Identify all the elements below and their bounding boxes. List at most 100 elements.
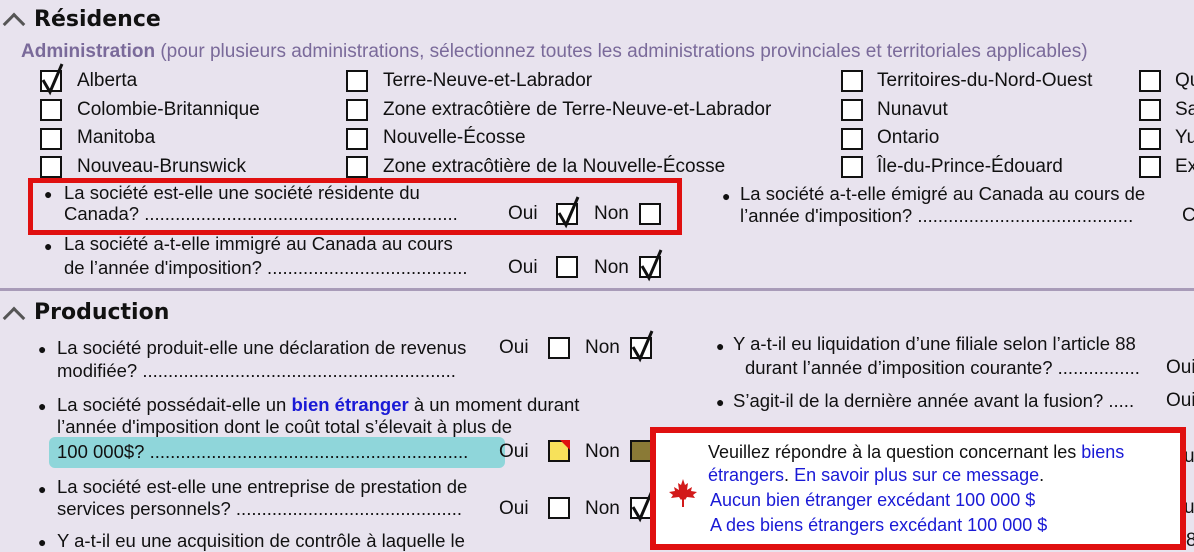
maple-leaf-icon xyxy=(669,479,697,507)
q-amended-line1: La société produit-elle une déclaration … xyxy=(57,337,467,358)
non-label: Non xyxy=(594,203,629,224)
lastyear-oui-cut: Oui xyxy=(1166,390,1194,411)
checkbox-nunavut[interactable] xyxy=(841,99,863,121)
checkbox-foreign-oui[interactable] xyxy=(548,440,570,462)
checkbox-nouveau-brunswick[interactable] xyxy=(40,156,62,178)
popup-message-text: Veuillez répondre à la question concerna… xyxy=(708,442,1077,462)
admin-hint: (pour plusieurs administrations, sélecti… xyxy=(160,41,1088,62)
q-emigrated-line2: l’année d'imposition? ..................… xyxy=(740,205,1134,226)
label-zone-tnl: Zone extracôtière de Terre-Neuve-et-Labr… xyxy=(383,99,772,120)
q-foreign-line3: 100 000$? ..............................… xyxy=(57,441,469,462)
checkbox-foreign-non[interactable] xyxy=(630,440,652,462)
emigrated-oui-cut: C xyxy=(1182,205,1194,226)
popup-message-line2: étrangers. En savoir plus sur ce message… xyxy=(708,465,1044,486)
checkbox-yukon[interactable] xyxy=(1139,128,1161,150)
popup-message-line1: Veuillez répondre à la question concerna… xyxy=(708,442,1124,463)
non-label: Non xyxy=(585,441,620,462)
label-nunavut: Nunavut xyxy=(877,99,948,120)
oui-label: Oui xyxy=(499,441,529,462)
option-has-foreign-property[interactable]: A des biens étrangers excédant 100 000 $ xyxy=(710,515,1047,536)
checkbox-manitoba[interactable] xyxy=(40,128,62,150)
bullet: ● xyxy=(38,398,47,414)
label-ipe: Île-du-Prince-Édouard xyxy=(877,156,1063,177)
error-flag-icon xyxy=(560,440,570,450)
q-psb-line2: services personnels? ...................… xyxy=(57,498,463,519)
checkbox-saskatchewan[interactable] xyxy=(1139,99,1161,121)
collapse-caret-icon[interactable] xyxy=(2,306,26,330)
checkbox-resident-non[interactable] xyxy=(639,203,661,225)
label-quebec-cut: Qu xyxy=(1175,70,1194,91)
checkbox-zone-tnl[interactable] xyxy=(346,99,368,121)
q-liquidation-line1: Y a-t-il eu liquidation d’une filiale se… xyxy=(733,333,1136,354)
collapse-caret-icon[interactable] xyxy=(2,12,26,36)
checkbox-amended-non[interactable] xyxy=(630,330,654,363)
liquidation-oui-cut: Oui xyxy=(1166,357,1194,378)
label-extracotiere-cut: Ex xyxy=(1175,156,1194,177)
checkbox-resident-oui[interactable] xyxy=(556,196,580,229)
checkmark-icon xyxy=(557,196,580,229)
admin-line: Administration (pour plusieurs administr… xyxy=(21,41,1088,63)
checkbox-amended-oui[interactable] xyxy=(548,337,570,359)
label-colombie-britannique: Colombie-Britannique xyxy=(77,99,260,120)
popup-punct: . xyxy=(784,465,795,485)
learn-more-link[interactable]: En savoir plus sur ce message xyxy=(794,465,1039,485)
checkmark-icon xyxy=(631,330,654,363)
foreign-property-popup-link[interactable]: biens xyxy=(1081,442,1124,462)
option-no-foreign-property[interactable]: Aucun bien étranger excédant 100 000 $ xyxy=(710,490,1035,511)
label-zone-ne: Zone extracôtière de la Nouvelle-Écosse xyxy=(383,156,726,177)
q-resident-line1: La société est-elle une société résident… xyxy=(64,182,420,203)
foreign-property-popup-link-2[interactable]: étrangers xyxy=(708,465,784,485)
checkmark-icon xyxy=(640,249,663,282)
checkbox-nouvelle-ecosse[interactable] xyxy=(346,128,368,150)
non-label: Non xyxy=(594,257,629,278)
label-ontario: Ontario xyxy=(877,127,940,148)
checkbox-psb-oui[interactable] xyxy=(548,497,570,519)
foreign-property-link[interactable]: bien étranger xyxy=(292,394,409,415)
admin-label: Administration xyxy=(21,41,156,62)
non-label: Non xyxy=(585,498,620,519)
checkmark-icon xyxy=(41,63,64,96)
bullet: ● xyxy=(716,338,725,354)
q-foreign-line2: l’année d'imposition dont le coût total … xyxy=(57,416,513,437)
checkbox-ontario[interactable] xyxy=(841,128,863,150)
non-label: Non xyxy=(585,337,620,358)
checkbox-immigrated-oui[interactable] xyxy=(556,256,578,278)
label-tno: Territoires-du-Nord-Ouest xyxy=(877,70,1093,91)
q-immigrated-line2: de l’année d'imposition? ...............… xyxy=(64,257,468,278)
checkbox-alberta[interactable] xyxy=(40,63,64,96)
checkbox-extracotiere[interactable] xyxy=(1139,156,1161,178)
checkbox-zone-ne[interactable] xyxy=(346,156,368,178)
label-terre-neuve: Terre-Neuve-et-Labrador xyxy=(383,70,593,91)
q-liquidation-line2: durant l’année d’imposition courante? ..… xyxy=(745,357,1140,378)
oui-label: Oui xyxy=(508,203,538,224)
checkbox-psb-non[interactable] xyxy=(630,490,654,523)
checkbox-immigrated-non[interactable] xyxy=(639,249,663,282)
bullet: ● xyxy=(44,238,53,254)
bullet: ● xyxy=(716,394,725,410)
bullet: ● xyxy=(38,534,47,550)
q-foreign-text-a: La société possédait-elle un xyxy=(57,394,287,415)
checkbox-colombie-britannique[interactable] xyxy=(40,99,62,121)
q-lastyear: S’agit-il de la dernière année avant la … xyxy=(733,390,1135,411)
q-amended-line2: modifiée? ..............................… xyxy=(57,360,456,381)
oui-label: Oui xyxy=(499,337,529,358)
section-title-residence: Résidence xyxy=(34,7,161,32)
checkbox-tno[interactable] xyxy=(841,70,863,92)
label-yukon-cut: Yu xyxy=(1175,127,1194,148)
label-alberta: Alberta xyxy=(77,70,138,91)
q-immigrated-line1: La société a-t-elle immigré au Canada au… xyxy=(64,233,453,254)
bullet: ● xyxy=(38,341,47,357)
checkbox-ipe[interactable] xyxy=(841,156,863,178)
popup-end-punct: . xyxy=(1039,465,1045,485)
checkbox-terre-neuve[interactable] xyxy=(346,70,368,92)
q-foreign-text-b: à un moment durant xyxy=(413,394,580,415)
section-title-production: Production xyxy=(34,300,170,325)
q-control-line1: Y a-t-il eu une acquisition de contrôle … xyxy=(57,530,465,551)
cut-text-3: 8 xyxy=(1186,530,1194,551)
section-divider xyxy=(0,288,1194,291)
oui-label: Oui xyxy=(499,498,529,519)
q-foreign-line1: La société possédait-elle un bien étrang… xyxy=(57,394,579,416)
label-manitoba: Manitoba xyxy=(77,127,156,148)
checkbox-quebec[interactable] xyxy=(1139,70,1161,92)
label-nouveau-brunswick: Nouveau-Brunswick xyxy=(77,156,246,177)
